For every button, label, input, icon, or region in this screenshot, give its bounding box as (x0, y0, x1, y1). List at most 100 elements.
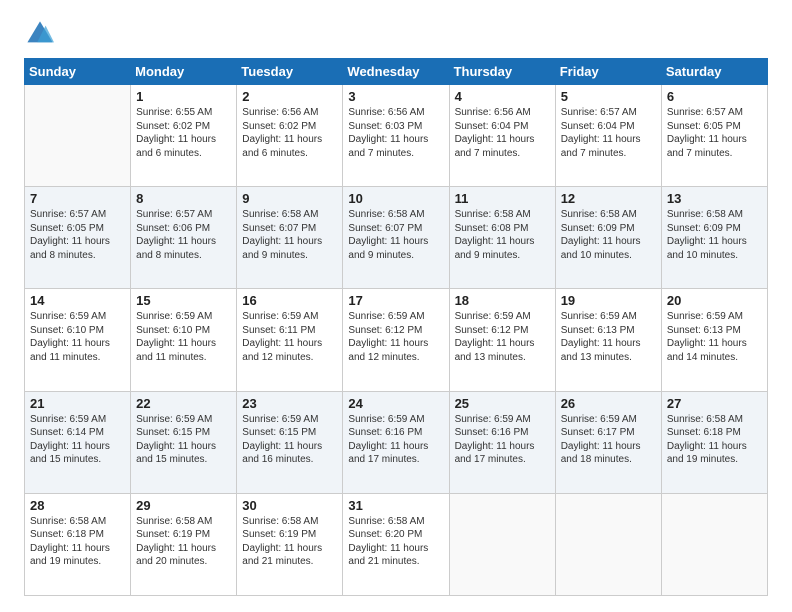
day-cell: 31 Sunrise: 6:58 AM Sunset: 6:20 PM Dayli… (343, 493, 449, 595)
day-cell: 30 Sunrise: 6:58 AM Sunset: 6:19 PM Dayli… (237, 493, 343, 595)
day-info: Sunrise: 6:59 AM Sunset: 6:12 PM Dayligh… (455, 310, 550, 364)
day-number: 23 (242, 396, 337, 411)
day-info: Sunrise: 6:58 AM Sunset: 6:18 PM Dayligh… (30, 515, 125, 569)
day-number: 11 (455, 191, 550, 206)
week-row-1: 1 Sunrise: 6:55 AM Sunset: 6:02 PM Daylig… (25, 85, 768, 187)
day-info: Sunrise: 6:58 AM Sunset: 6:09 PM Dayligh… (561, 208, 656, 262)
day-info: Sunrise: 6:57 AM Sunset: 6:04 PM Dayligh… (561, 106, 656, 160)
weekday-header-row: SundayMondayTuesdayWednesdayThursdayFrid… (25, 59, 768, 85)
day-info: Sunrise: 6:58 AM Sunset: 6:19 PM Dayligh… (136, 515, 231, 569)
day-cell: 9Sunrise: 6:58 AM Sunset: 6:07 PM Daylig… (237, 187, 343, 289)
day-cell: 22Sunrise: 6:59 AM Sunset: 6:15 PM Dayli… (131, 391, 237, 493)
page: SundayMondayTuesdayWednesdayThursdayFrid… (0, 0, 792, 612)
header (24, 20, 768, 48)
day-info: Sunrise: 6:58 AM Sunset: 6:18 PM Dayligh… (667, 413, 762, 467)
day-info: Sunrise: 6:58 AM Sunset: 6:07 PM Dayligh… (348, 208, 443, 262)
day-number: 13 (667, 191, 762, 206)
day-number: 17 (348, 293, 443, 308)
day-info: Sunrise: 6:57 AM Sunset: 6:05 PM Dayligh… (667, 106, 762, 160)
day-cell: 14Sunrise: 6:59 AM Sunset: 6:10 PM Dayli… (25, 289, 131, 391)
calendar-table: SundayMondayTuesdayWednesdayThursdayFrid… (24, 58, 768, 596)
day-cell: 24 Sunrise: 6:59 AM Sunset: 6:16 PM Dayli… (343, 391, 449, 493)
weekday-header-friday: Friday (555, 59, 661, 85)
logo-icon (26, 20, 54, 48)
week-row-2: 7Sunrise: 6:57 AM Sunset: 6:05 PM Daylig… (25, 187, 768, 289)
day-info: Sunrise: 6:58 AM Sunset: 6:07 PM Dayligh… (242, 208, 337, 262)
day-cell: 7Sunrise: 6:57 AM Sunset: 6:05 PM Daylig… (25, 187, 131, 289)
weekday-header-saturday: Saturday (661, 59, 767, 85)
day-number: 12 (561, 191, 656, 206)
day-info: Sunrise: 6:59 AM Sunset: 6:14 PM Dayligh… (30, 413, 125, 467)
day-info: Sunrise: 6:59 AM Sunset: 6:16 PM Dayligh… (455, 413, 550, 467)
day-cell: 2Sunrise: 6:56 AM Sunset: 6:02 PM Daylig… (237, 85, 343, 187)
day-number: 6 (667, 89, 762, 104)
day-cell: 29 Sunrise: 6:58 AM Sunset: 6:19 PM Dayli… (131, 493, 237, 595)
day-number: 7 (30, 191, 125, 206)
day-info: Sunrise: 6:59 AM Sunset: 6:15 PM Dayligh… (136, 413, 231, 467)
day-info: Sunrise: 6:59 AM Sunset: 6:12 PM Dayligh… (348, 310, 443, 364)
day-cell: 6 Sunrise: 6:57 AM Sunset: 6:05 PM Daylig… (661, 85, 767, 187)
day-number: 26 (561, 396, 656, 411)
day-info: Sunrise: 6:56 AM Sunset: 6:03 PM Dayligh… (348, 106, 443, 160)
day-info: Sunrise: 6:58 AM Sunset: 6:19 PM Dayligh… (242, 515, 337, 569)
day-info: Sunrise: 6:59 AM Sunset: 6:15 PM Dayligh… (242, 413, 337, 467)
weekday-header-monday: Monday (131, 59, 237, 85)
day-cell (25, 85, 131, 187)
day-cell: 28Sunrise: 6:58 AM Sunset: 6:18 PM Dayli… (25, 493, 131, 595)
day-number: 14 (30, 293, 125, 308)
day-cell: 12 Sunrise: 6:58 AM Sunset: 6:09 PM Dayli… (555, 187, 661, 289)
day-cell: 20 Sunrise: 6:59 AM Sunset: 6:13 PM Dayli… (661, 289, 767, 391)
day-cell: 27 Sunrise: 6:58 AM Sunset: 6:18 PM Dayli… (661, 391, 767, 493)
day-cell (661, 493, 767, 595)
day-info: Sunrise: 6:58 AM Sunset: 6:09 PM Dayligh… (667, 208, 762, 262)
day-number: 27 (667, 396, 762, 411)
day-cell: 8Sunrise: 6:57 AM Sunset: 6:06 PM Daylig… (131, 187, 237, 289)
weekday-header-tuesday: Tuesday (237, 59, 343, 85)
logo (24, 20, 54, 48)
day-info: Sunrise: 6:57 AM Sunset: 6:06 PM Dayligh… (136, 208, 231, 262)
day-cell: 5 Sunrise: 6:57 AM Sunset: 6:04 PM Daylig… (555, 85, 661, 187)
day-info: Sunrise: 6:55 AM Sunset: 6:02 PM Dayligh… (136, 106, 231, 160)
day-number: 5 (561, 89, 656, 104)
day-number: 31 (348, 498, 443, 513)
day-cell: 19Sunrise: 6:59 AM Sunset: 6:13 PM Dayli… (555, 289, 661, 391)
day-info: Sunrise: 6:59 AM Sunset: 6:11 PM Dayligh… (242, 310, 337, 364)
day-cell: 26 Sunrise: 6:59 AM Sunset: 6:17 PM Dayli… (555, 391, 661, 493)
day-cell (449, 493, 555, 595)
day-info: Sunrise: 6:59 AM Sunset: 6:10 PM Dayligh… (136, 310, 231, 364)
day-number: 16 (242, 293, 337, 308)
day-number: 29 (136, 498, 231, 513)
day-info: Sunrise: 6:59 AM Sunset: 6:13 PM Dayligh… (667, 310, 762, 364)
week-row-5: 28Sunrise: 6:58 AM Sunset: 6:18 PM Dayli… (25, 493, 768, 595)
day-info: Sunrise: 6:59 AM Sunset: 6:16 PM Dayligh… (348, 413, 443, 467)
day-number: 30 (242, 498, 337, 513)
day-cell: 10 Sunrise: 6:58 AM Sunset: 6:07 PM Dayli… (343, 187, 449, 289)
day-number: 4 (455, 89, 550, 104)
day-cell: 1 Sunrise: 6:55 AM Sunset: 6:02 PM Daylig… (131, 85, 237, 187)
day-number: 24 (348, 396, 443, 411)
day-cell: 13 Sunrise: 6:58 AM Sunset: 6:09 PM Dayli… (661, 187, 767, 289)
day-cell: 17 Sunrise: 6:59 AM Sunset: 6:12 PM Dayli… (343, 289, 449, 391)
weekday-header-wednesday: Wednesday (343, 59, 449, 85)
day-info: Sunrise: 6:58 AM Sunset: 6:20 PM Dayligh… (348, 515, 443, 569)
day-number: 10 (348, 191, 443, 206)
day-number: 25 (455, 396, 550, 411)
day-info: Sunrise: 6:58 AM Sunset: 6:08 PM Dayligh… (455, 208, 550, 262)
day-cell: 4 Sunrise: 6:56 AM Sunset: 6:04 PM Daylig… (449, 85, 555, 187)
day-cell: 3 Sunrise: 6:56 AM Sunset: 6:03 PM Daylig… (343, 85, 449, 187)
day-number: 3 (348, 89, 443, 104)
weekday-header-thursday: Thursday (449, 59, 555, 85)
day-cell: 16 Sunrise: 6:59 AM Sunset: 6:11 PM Dayli… (237, 289, 343, 391)
weekday-header-sunday: Sunday (25, 59, 131, 85)
week-row-3: 14 Sunrise: 6:59 AM Sunset: 6:10 PM Dayli… (25, 289, 768, 391)
day-info: Sunrise: 6:56 AM Sunset: 6:04 PM Dayligh… (455, 106, 550, 160)
day-number: 19 (561, 293, 656, 308)
day-number: 1 (136, 89, 231, 104)
week-row-4: 21Sunrise: 6:59 AM Sunset: 6:14 PM Dayli… (25, 391, 768, 493)
day-cell: 11 Sunrise: 6:58 AM Sunset: 6:08 PM Dayli… (449, 187, 555, 289)
day-info: Sunrise: 6:59 AM Sunset: 6:17 PM Dayligh… (561, 413, 656, 467)
day-cell: 15Sunrise: 6:59 AM Sunset: 6:10 PM Dayli… (131, 289, 237, 391)
day-number: 18 (455, 293, 550, 308)
day-number: 2 (242, 89, 337, 104)
day-number: 20 (667, 293, 762, 308)
